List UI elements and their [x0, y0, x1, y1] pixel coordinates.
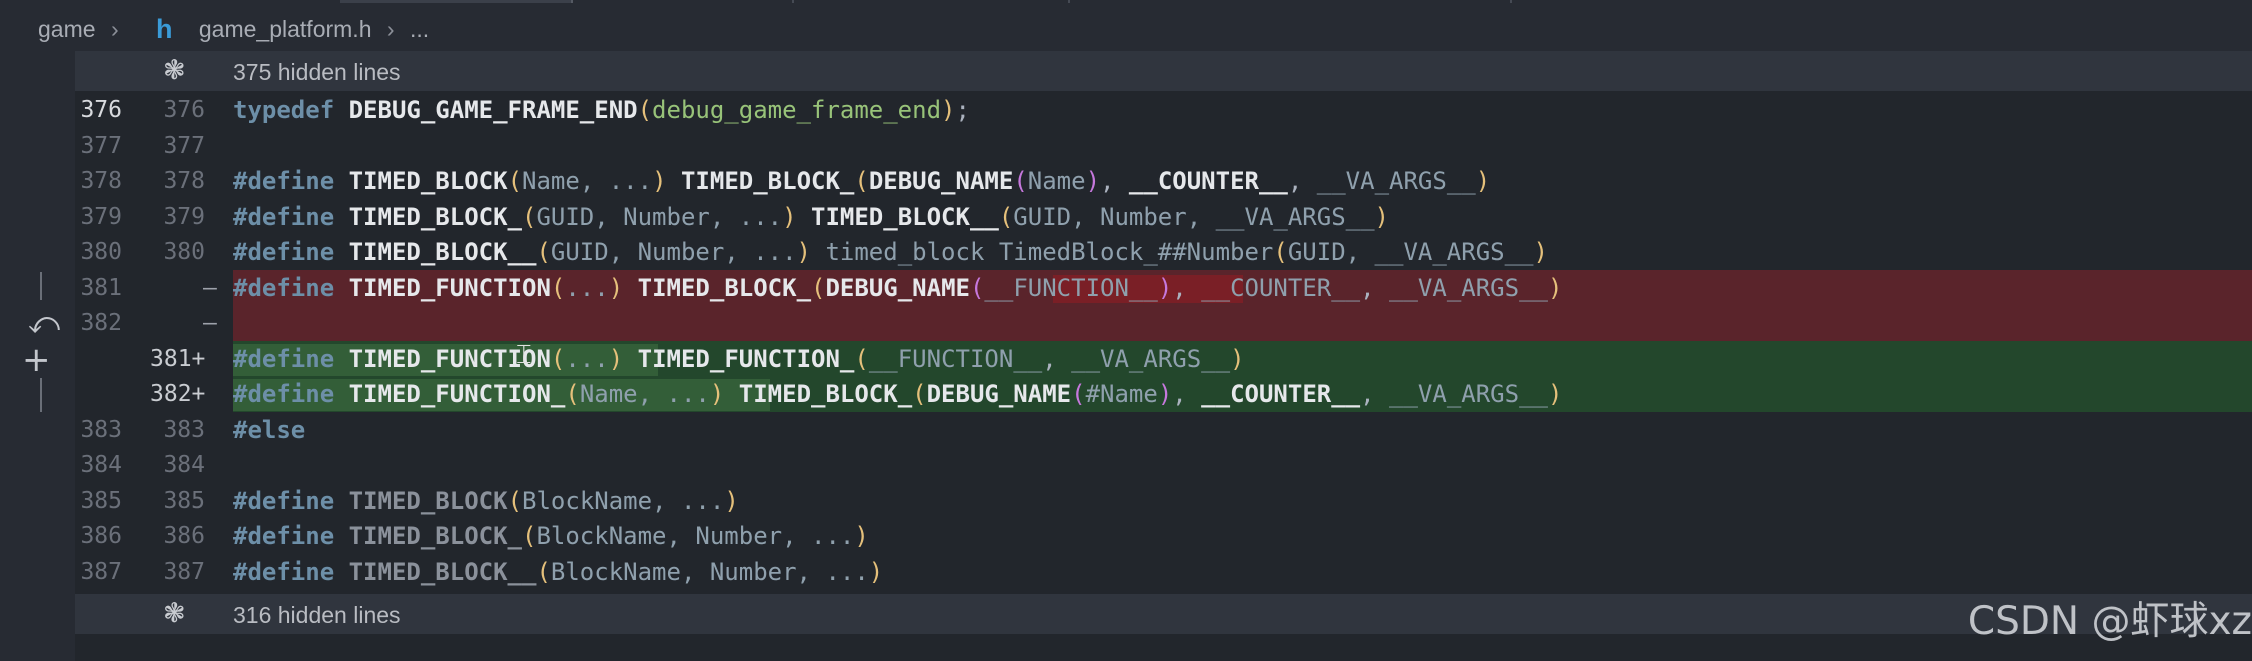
- code-text[interactable]: #define TIMED_BLOCK_(GUID, Number, ...) …: [233, 200, 1389, 236]
- tab-divider: [1510, 0, 1512, 3]
- deleted-line: 382 —: [0, 306, 2252, 342]
- line-number-old: 385: [80, 487, 122, 514]
- watermark: CSDN @虾球xz: [1967, 599, 2252, 644]
- line-number-old: 378: [80, 168, 122, 194]
- breadcrumb-file[interactable]: game_platform.h: [199, 16, 372, 43]
- line-number-new: 382+: [150, 381, 206, 407]
- line-number-new: 376: [163, 97, 205, 123]
- code-line: 386 386 #define TIMED_BLOCK_(BlockName, …: [0, 519, 2252, 555]
- added-line: 381+ #define TIMED_FUNCTION(...) TIMED_F…: [0, 342, 2252, 378]
- breadcrumb-folder[interactable]: game: [38, 16, 96, 43]
- line-number-old: 377: [80, 132, 122, 159]
- code-text[interactable]: #define TIMED_BLOCK__(GUID, Number, ...)…: [233, 235, 1548, 271]
- hidden-lines-bottom[interactable]: ❃ 316 hidden lines: [75, 594, 2252, 634]
- breadcrumb-more[interactable]: ...: [410, 16, 429, 43]
- line-number-new: 386: [163, 523, 205, 549]
- line-number-new: 378: [163, 168, 205, 194]
- keyword: typedef: [233, 96, 335, 124]
- code-line: 378 378 #define TIMED_BLOCK(Name, ...) T…: [0, 164, 2252, 200]
- line-number-new: 377: [163, 132, 205, 159]
- identifier: debug_game_frame_end: [652, 96, 942, 124]
- line-number-old: 379: [80, 203, 122, 230]
- code-line: 385 385 #define TIMED_BLOCK(BlockName, .…: [0, 484, 2252, 520]
- deleted-marker: —: [203, 274, 217, 301]
- line-number-old: 382: [80, 310, 122, 336]
- line-number-new: 387: [163, 558, 205, 585]
- code-line: 384 384: [0, 448, 2252, 484]
- line-number-old: 376: [80, 97, 122, 123]
- tab-divider: [1068, 0, 1070, 3]
- hidden-lines-label: 316 hidden lines: [233, 602, 401, 628]
- deleted-line: 381 — #define TIMED_FUNCTION(...) TIMED_…: [0, 271, 2252, 307]
- code-line: 379 379 #define TIMED_BLOCK_(GUID, Numbe…: [0, 200, 2252, 236]
- line-number-old: 384: [80, 452, 122, 478]
- text-cursor-icon: ⌶: [516, 340, 532, 370]
- hidden-lines-label: 375 hidden lines: [233, 59, 401, 85]
- hidden-lines-top[interactable]: ❃ 375 hidden lines: [75, 51, 2252, 91]
- code-line: 376 376 typedef DEBUG_GAME_FRAME_END(deb…: [0, 93, 2252, 129]
- code-text[interactable]: #else: [233, 413, 305, 449]
- line-number-new: 383: [163, 416, 205, 443]
- code-line: 380 380 #define TIMED_BLOCK__(GUID, Numb…: [0, 235, 2252, 271]
- breadcrumb: game › h game_platform.h › ...: [38, 14, 429, 45]
- breadcrumb-bar: game › h game_platform.h › ...: [0, 0, 2252, 53]
- code-text[interactable]: #define TIMED_FUNCTION(...) TIMED_FUNCTI…: [233, 342, 1245, 378]
- chevron-right-icon: ›: [110, 16, 119, 42]
- line-number-new: 384: [163, 452, 205, 478]
- line-number-old: 383: [80, 416, 122, 443]
- line-number-new: 385: [163, 487, 205, 514]
- header-file-icon: h: [156, 14, 173, 44]
- code-text[interactable]: #define TIMED_FUNCTION_(Name, ...) TIMED…: [233, 377, 1562, 413]
- code-line: 383 383 #else: [0, 413, 2252, 449]
- line-number-old: 386: [80, 523, 122, 549]
- code-text[interactable]: typedef DEBUG_GAME_FRAME_END(debug_game_…: [233, 93, 970, 129]
- line-number-new: 379: [163, 203, 205, 230]
- tab-divider: [571, 0, 573, 3]
- code-text[interactable]: #define TIMED_BLOCK_(BlockName, Number, …: [233, 519, 869, 555]
- code-text[interactable]: #define TIMED_BLOCK(Name, ...) TIMED_BLO…: [233, 164, 1490, 200]
- code-line: 387 387 #define TIMED_BLOCK__(BlockName,…: [0, 555, 2252, 591]
- tab-divider: [340, 0, 571, 3]
- deleted-marker: —: [203, 310, 217, 336]
- line-number-old: 387: [80, 558, 122, 585]
- chevron-right-icon: ›: [386, 16, 395, 42]
- line-number-old: 380: [80, 239, 122, 265]
- line-number-old: 381: [80, 274, 122, 301]
- expand-icon[interactable]: ❃: [163, 55, 186, 86]
- line-number-new: 380: [163, 239, 205, 265]
- line-number-new: 381+: [150, 345, 206, 372]
- code-text[interactable]: #define TIMED_FUNCTION(...) TIMED_BLOCK_…: [233, 271, 1562, 307]
- expand-icon[interactable]: ❃: [163, 598, 186, 629]
- code-text[interactable]: #define TIMED_BLOCK(BlockName, ...): [233, 484, 739, 520]
- macro: DEBUG_GAME_FRAME_END: [348, 96, 638, 124]
- code-text[interactable]: #define TIMED_BLOCK__(BlockName, Number,…: [233, 555, 883, 591]
- code-line: 377 377: [0, 129, 2252, 165]
- tab-divider: [792, 0, 794, 3]
- added-line: 382+ #define TIMED_FUNCTION_(Name, ...) …: [0, 377, 2252, 413]
